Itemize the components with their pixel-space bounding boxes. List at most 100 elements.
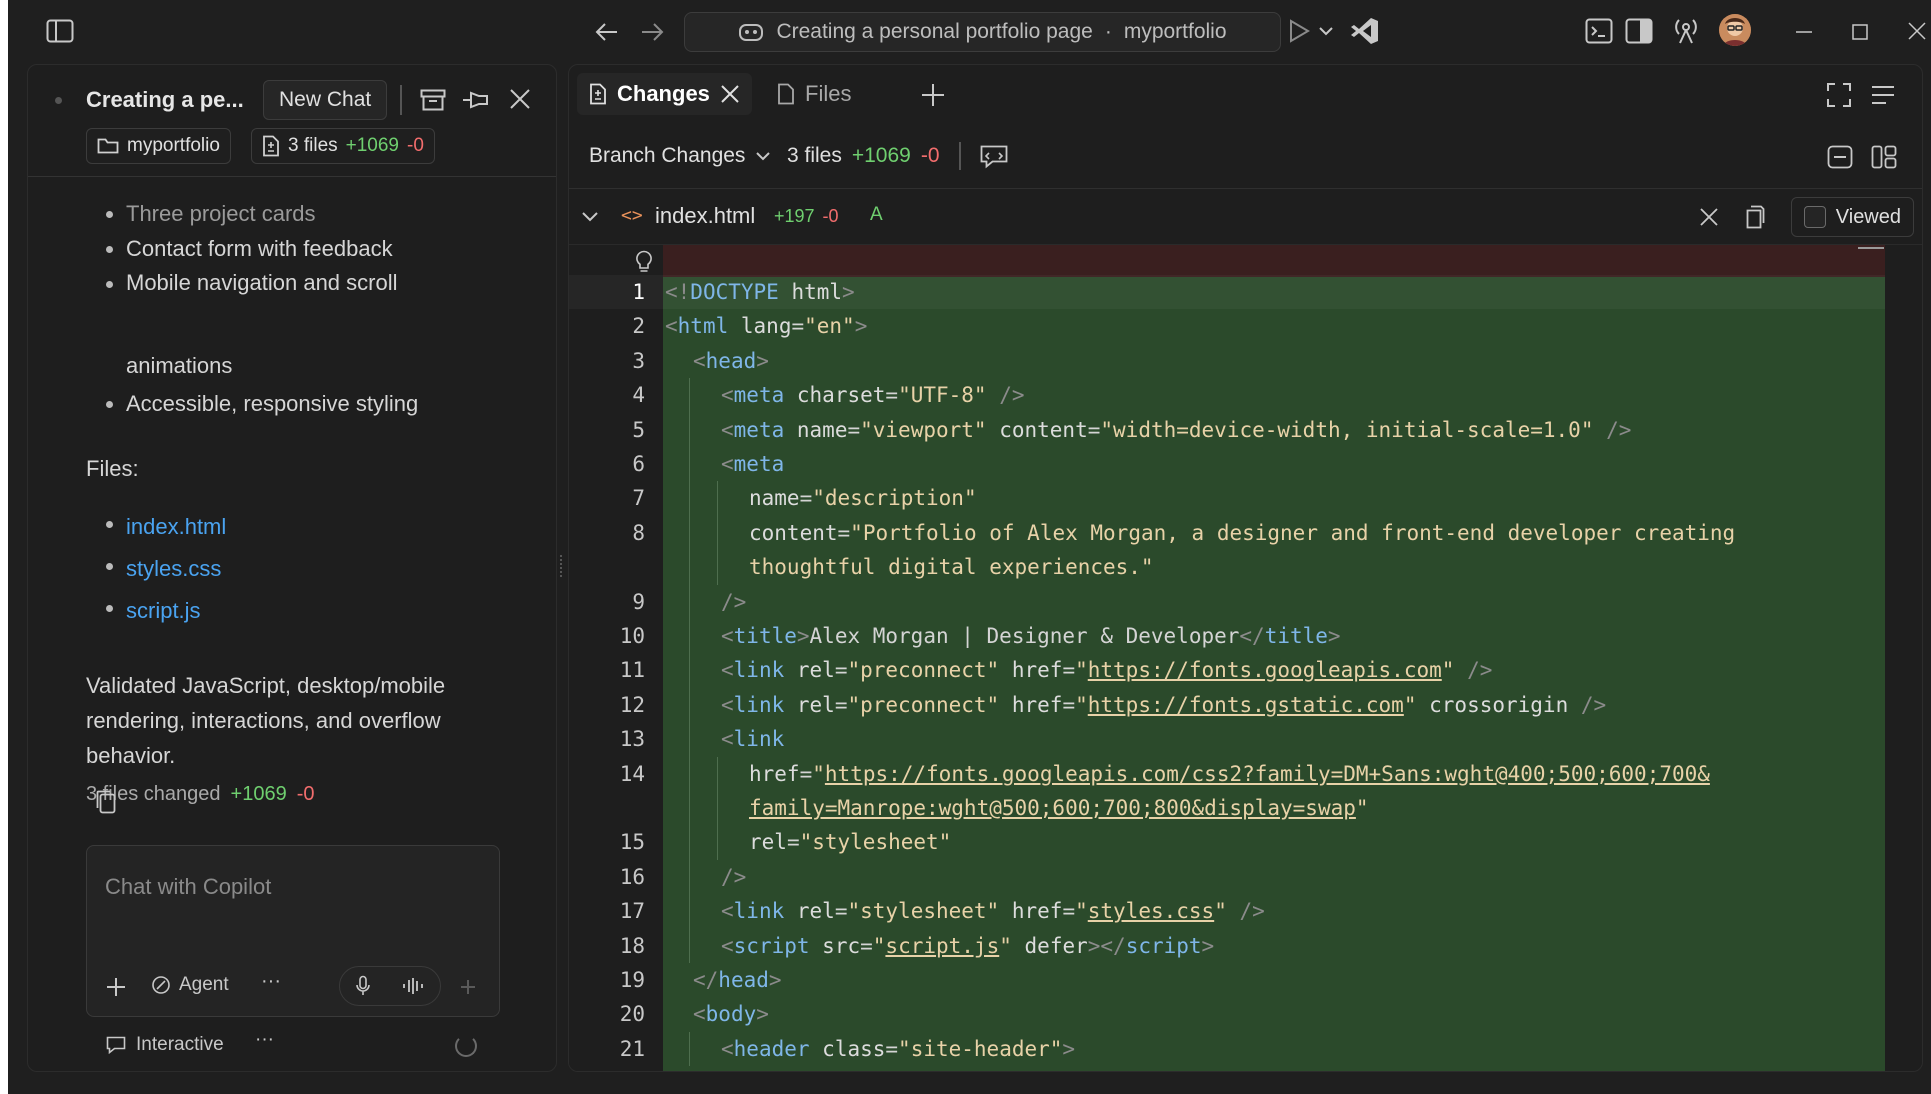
line-code: name="description" [749,486,977,511]
close-chat-icon[interactable] [506,85,534,113]
discard-file-icon[interactable] [1697,205,1721,229]
tab-changes-label: Changes [617,81,710,106]
microphone-icon[interactable] [355,975,371,997]
tab-files[interactable]: Files [765,73,863,115]
chevron-down-icon [755,151,771,161]
toggle-sidebar-icon[interactable] [44,16,76,46]
run-icon[interactable] [1286,18,1312,44]
new-chat-button[interactable]: New Chat [263,80,388,120]
code-line[interactable]: 21 <header class="site-header"> [569,1031,1885,1067]
copy-icon[interactable] [92,787,120,817]
code-line[interactable]: thoughtful digital experiences." [569,550,1885,585]
code-line[interactable]: 6 <meta [569,447,1885,482]
diff-file-name[interactable]: index.html [655,203,755,229]
branch-changes-dropdown[interactable]: Branch Changes [589,144,771,168]
chat-panel: Creating a pe... New Chat myportfolio 3 … [27,64,557,1072]
code-line[interactable]: 18 <script src="script.js" defer></script… [569,928,1885,963]
indent-guide [689,653,690,688]
viewed-toggle[interactable]: Viewed [1790,197,1914,237]
add-tab-icon[interactable] [919,81,947,109]
voice-wave-icon[interactable] [401,976,425,996]
tab-files-label: Files [805,81,852,106]
code-line[interactable]: 16 /> [569,859,1885,895]
summary-text: Validated JavaScript, desktop/mobile ren… [86,673,446,768]
open-file-icon[interactable] [1741,203,1767,231]
list-item-continuation: animations [126,353,233,378]
code-line[interactable]: 14 href="https://fonts.googleapis.com/css… [569,756,1885,791]
run-dropdown-icon[interactable] [1316,20,1336,42]
archive-icon[interactable] [418,85,448,115]
code-line[interactable]: family=Manrope:wght@500;600;700;800&disp… [569,791,1885,826]
collapse-file-chevron-icon[interactable] [579,207,601,227]
code-line[interactable]: 13 <link [569,722,1885,757]
line-number: 13 [619,727,645,752]
minimize-icon[interactable] [1792,20,1816,44]
review-comment-icon[interactable] [979,143,1009,171]
chat-input-box[interactable]: Chat with Copilot Agent ··· [86,845,500,1017]
line-code: <body> [693,1002,769,1027]
tab-changes[interactable]: Changes [577,73,752,115]
forward-arrow-icon[interactable] [638,18,666,46]
code-line[interactable]: 17 <link rel="stylesheet" href="styles.cs… [569,894,1885,929]
header-divider [400,85,402,115]
lightbulb-icon[interactable] [633,249,655,275]
code-line[interactable]: 1 <!DOCTYPE html> [569,275,1885,309]
account-avatar[interactable] [1719,14,1751,46]
interaction-mode[interactable]: Interactive [106,1034,224,1056]
code-line[interactable]: 19 </head> [569,963,1885,997]
file-diff-icon [262,135,280,157]
maximize-icon[interactable] [1848,20,1872,44]
code-line[interactable]: 3 <head> [569,344,1885,378]
code-line[interactable]: 4 <meta charset="UTF-8" /> [569,378,1885,413]
files-chip[interactable]: 3 files +1069 -0 [251,128,435,164]
code-line[interactable]: 11 <link rel="preconnect" href="https://f… [569,653,1885,688]
file-link-index[interactable]: index.html [105,506,226,548]
mode-more-button[interactable]: ··· [255,1029,274,1051]
agent-mode-picker[interactable]: Agent [151,974,229,996]
close-tab-icon[interactable] [720,84,740,104]
scrollbar-thumb[interactable] [1858,247,1884,249]
line-code: rel="stylesheet" [749,830,952,855]
back-arrow-icon[interactable] [593,18,621,46]
split-view-icon[interactable] [1869,143,1899,171]
agent-label: Agent [179,974,229,995]
chat-input-placeholder[interactable]: Chat with Copilot [105,874,271,900]
line-code: <script src="script.js" defer></script> [721,933,1215,958]
file-link-script[interactable]: script.js [105,590,226,632]
code-line[interactable]: 9 /> [569,584,1885,619]
toggle-panel-icon[interactable] [1624,16,1654,46]
fullscreen-icon[interactable] [1825,81,1853,109]
file-link-styles[interactable]: styles.css [105,548,226,590]
vscode-logo-icon[interactable] [1348,14,1382,48]
command-center[interactable]: Creating a personal portfolio page · myp… [684,12,1281,52]
code-line[interactable]: 8 content="Portfolio of Alex Morgan, a de… [569,515,1885,551]
code-line[interactable]: 7 name="description" [569,481,1885,516]
loading-spinner-icon [455,1035,477,1057]
code-diff-view[interactable]: 1 <!DOCTYPE html> 2 <html lang="en"> 3 <head>… [569,245,1922,1071]
workspace-chip[interactable]: myportfolio [86,128,231,164]
indent-guide [717,825,718,860]
collapse-all-icon[interactable] [1825,143,1855,171]
viewed-checkbox[interactable] [1803,206,1826,228]
menu-lines-icon[interactable] [1869,81,1897,109]
more-options-button[interactable]: ··· [261,970,281,993]
close-window-icon[interactable] [1904,18,1930,44]
code-line[interactable]: 5 <meta name="viewport" content="width=de… [569,412,1885,447]
broadcast-icon[interactable] [1670,14,1702,46]
diff-file-icon [589,83,607,105]
code-line[interactable]: 10 <title>Alex Morgan | Designer & Develo… [569,619,1885,654]
pin-icon[interactable] [460,85,490,115]
code-line[interactable]: 2 <html lang="en"> [569,309,1885,343]
panel-resize-handle[interactable] [560,555,564,577]
line-number: 9 [632,589,645,614]
code-line[interactable]: 12 <link rel="preconnect" href="https://f… [569,687,1885,723]
line-code: thoughtful digital experiences." [749,555,1154,580]
add-context-icon[interactable] [103,974,129,1000]
line-number: 14 [619,761,645,786]
send-icon[interactable] [457,976,479,998]
code-line[interactable]: 20 <body> [569,997,1885,1031]
code-line[interactable]: 15 rel="stylesheet" [569,825,1885,860]
files-changed-summary[interactable]: 3 files changed +1069 -0 [86,783,315,806]
files-chip-label: 3 files [288,135,338,156]
terminal-icon[interactable] [1584,16,1614,46]
